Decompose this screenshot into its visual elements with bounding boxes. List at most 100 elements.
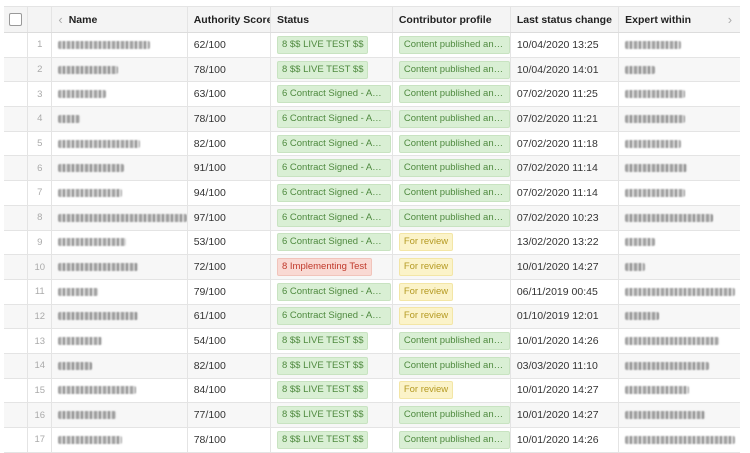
column-header-score[interactable]: Authority Score — [188, 7, 271, 32]
profile-badge[interactable]: Content published and l... — [398, 159, 510, 178]
status-cell[interactable]: 6 Contract Signed - Awa... — [271, 156, 393, 181]
status-badge[interactable]: 6 Contract Signed - Awa... — [276, 109, 391, 128]
row-select-cell[interactable] — [4, 230, 29, 255]
status-cell[interactable]: 8 $$ LIVE TEST $$ — [271, 378, 393, 403]
profile-cell[interactable]: For review — [393, 255, 511, 279]
name-cell[interactable] — [52, 329, 188, 353]
column-header-status[interactable]: Status — [271, 7, 393, 32]
profile-badge[interactable]: Content published and l... — [398, 356, 510, 375]
status-cell[interactable]: 6 Contract Signed - Awa... — [271, 107, 393, 131]
name-cell[interactable] — [52, 33, 188, 57]
name-cell[interactable] — [52, 156, 188, 181]
profile-badge[interactable]: Content published and l... — [398, 35, 510, 54]
name-cell[interactable] — [52, 279, 188, 304]
status-cell[interactable]: 6 Contract Signed - Awa... — [271, 279, 393, 304]
table-row[interactable]: 11 79/100 6 Contract Signed - Awa... For… — [4, 279, 740, 305]
status-cell[interactable]: 6 Contract Signed - Awa... — [271, 82, 393, 107]
select-all-checkbox[interactable] — [9, 13, 23, 26]
row-select-cell[interactable] — [4, 353, 29, 378]
table-row[interactable]: 12 61/100 6 Contract Signed - Awa... For… — [4, 304, 740, 330]
status-cell[interactable]: 8 $$ LIVE TEST $$ — [271, 428, 393, 452]
row-select-cell[interactable] — [4, 378, 29, 403]
name-cell[interactable] — [52, 428, 188, 452]
profile-badge[interactable]: Content published and l... — [398, 406, 510, 425]
status-badge[interactable]: 6 Contract Signed - Awa... — [276, 233, 391, 252]
table-row[interactable]: 4 78/100 6 Contract Signed - Awa... Cont… — [4, 107, 740, 132]
status-cell[interactable]: 6 Contract Signed - Awa... — [271, 230, 393, 255]
row-select-cell[interactable] — [4, 255, 29, 279]
table-row[interactable]: 13 54/100 8 $$ LIVE TEST $$ Content publ… — [4, 329, 740, 354]
row-select-cell[interactable] — [4, 156, 29, 181]
row-select-cell[interactable] — [4, 82, 29, 107]
status-cell[interactable]: 8 $$ LIVE TEST $$ — [271, 329, 393, 353]
name-cell[interactable] — [52, 205, 188, 230]
profile-badge[interactable]: Content published and l... — [398, 60, 510, 79]
profile-badge[interactable]: Content published and l... — [398, 109, 510, 128]
name-cell[interactable] — [52, 403, 188, 427]
profile-cell[interactable]: Content published and l... — [393, 107, 511, 131]
status-badge[interactable]: 8 $$ LIVE TEST $$ — [276, 356, 369, 375]
status-cell[interactable]: 8 $$ LIVE TEST $$ — [271, 33, 393, 57]
profile-cell[interactable]: Content published and l... — [393, 329, 511, 353]
profile-badge[interactable]: Content published and l... — [398, 85, 510, 104]
row-select-cell[interactable] — [4, 428, 29, 452]
profile-badge[interactable]: For review — [398, 233, 454, 252]
profile-badge[interactable]: Content published and l... — [398, 183, 510, 202]
row-select-cell[interactable] — [4, 57, 29, 82]
row-select-cell[interactable] — [4, 403, 29, 427]
row-select-cell[interactable] — [4, 181, 29, 205]
column-header-profile[interactable]: Contributor profile — [393, 7, 511, 32]
status-cell[interactable]: 8 $$ LIVE TEST $$ — [271, 353, 393, 378]
name-cell[interactable] — [52, 255, 188, 279]
status-badge[interactable]: 6 Contract Signed - Awa... — [276, 134, 391, 153]
status-badge[interactable]: 8 $$ LIVE TEST $$ — [276, 430, 369, 449]
table-row[interactable]: 10 72/100 8 Implementing Test For review… — [4, 255, 740, 280]
name-cell[interactable] — [52, 57, 188, 82]
status-badge[interactable]: 8 $$ LIVE TEST $$ — [276, 35, 369, 54]
status-badge[interactable]: 8 $$ LIVE TEST $$ — [276, 60, 369, 79]
profile-badge[interactable]: For review — [398, 381, 454, 400]
name-cell[interactable] — [52, 353, 188, 378]
status-cell[interactable]: 6 Contract Signed - Awa... — [271, 181, 393, 205]
row-select-cell[interactable] — [4, 131, 29, 156]
status-cell[interactable]: 6 Contract Signed - Awa... — [271, 205, 393, 230]
name-cell[interactable] — [52, 82, 188, 107]
table-row[interactable]: 3 63/100 6 Contract Signed - Awa... Cont… — [4, 82, 740, 108]
profile-cell[interactable]: Content published and l... — [393, 156, 511, 181]
profile-cell[interactable]: For review — [393, 279, 511, 304]
row-select-cell[interactable] — [4, 329, 29, 353]
profile-cell[interactable]: Content published and l... — [393, 82, 511, 107]
table-row[interactable]: 2 78/100 8 $$ LIVE TEST $$ Content publi… — [4, 57, 740, 83]
profile-cell[interactable]: Content published and l... — [393, 33, 511, 57]
status-cell[interactable]: 8 $$ LIVE TEST $$ — [271, 403, 393, 427]
row-select-cell[interactable] — [4, 107, 29, 131]
profile-cell[interactable]: Content published and l... — [393, 353, 511, 378]
table-row[interactable]: 9 53/100 6 Contract Signed - Awa... For … — [4, 230, 740, 256]
name-cell[interactable] — [52, 378, 188, 403]
table-row[interactable]: 5 82/100 6 Contract Signed - Awa... Cont… — [4, 131, 740, 157]
status-badge[interactable]: 8 Implementing Test — [276, 258, 372, 277]
name-cell[interactable] — [52, 230, 188, 255]
profile-badge[interactable]: For review — [398, 282, 454, 301]
profile-badge[interactable]: For review — [398, 307, 454, 326]
profile-cell[interactable]: Content published and l... — [393, 403, 511, 427]
column-header-expert[interactable]: Expert within › — [619, 7, 740, 32]
status-badge[interactable]: 8 $$ LIVE TEST $$ — [276, 406, 369, 425]
profile-cell[interactable]: Content published and l... — [393, 428, 511, 452]
row-select-cell[interactable] — [4, 205, 29, 230]
row-select-cell[interactable] — [4, 33, 29, 57]
column-header-change[interactable]: Last status change — [511, 7, 620, 32]
profile-badge[interactable]: Content published and l... — [398, 134, 510, 153]
status-cell[interactable]: 6 Contract Signed - Awa... — [271, 131, 393, 156]
table-row[interactable]: 15 84/100 8 $$ LIVE TEST $$ For review 1… — [4, 378, 740, 404]
name-cell[interactable] — [52, 131, 188, 156]
table-row[interactable]: 14 82/100 8 $$ LIVE TEST $$ Content publ… — [4, 353, 740, 379]
chevron-left-icon[interactable]: ‹ — [58, 12, 62, 27]
profile-badge[interactable]: Content published and l... — [398, 430, 510, 449]
status-badge[interactable]: 8 $$ LIVE TEST $$ — [276, 381, 369, 400]
status-cell[interactable]: 8 Implementing Test — [271, 255, 393, 279]
profile-badge[interactable]: Content published and l... — [398, 208, 510, 227]
profile-badge[interactable]: For review — [398, 258, 454, 277]
status-badge[interactable]: 6 Contract Signed - Awa... — [276, 282, 391, 301]
status-badge[interactable]: 8 $$ LIVE TEST $$ — [276, 332, 369, 351]
